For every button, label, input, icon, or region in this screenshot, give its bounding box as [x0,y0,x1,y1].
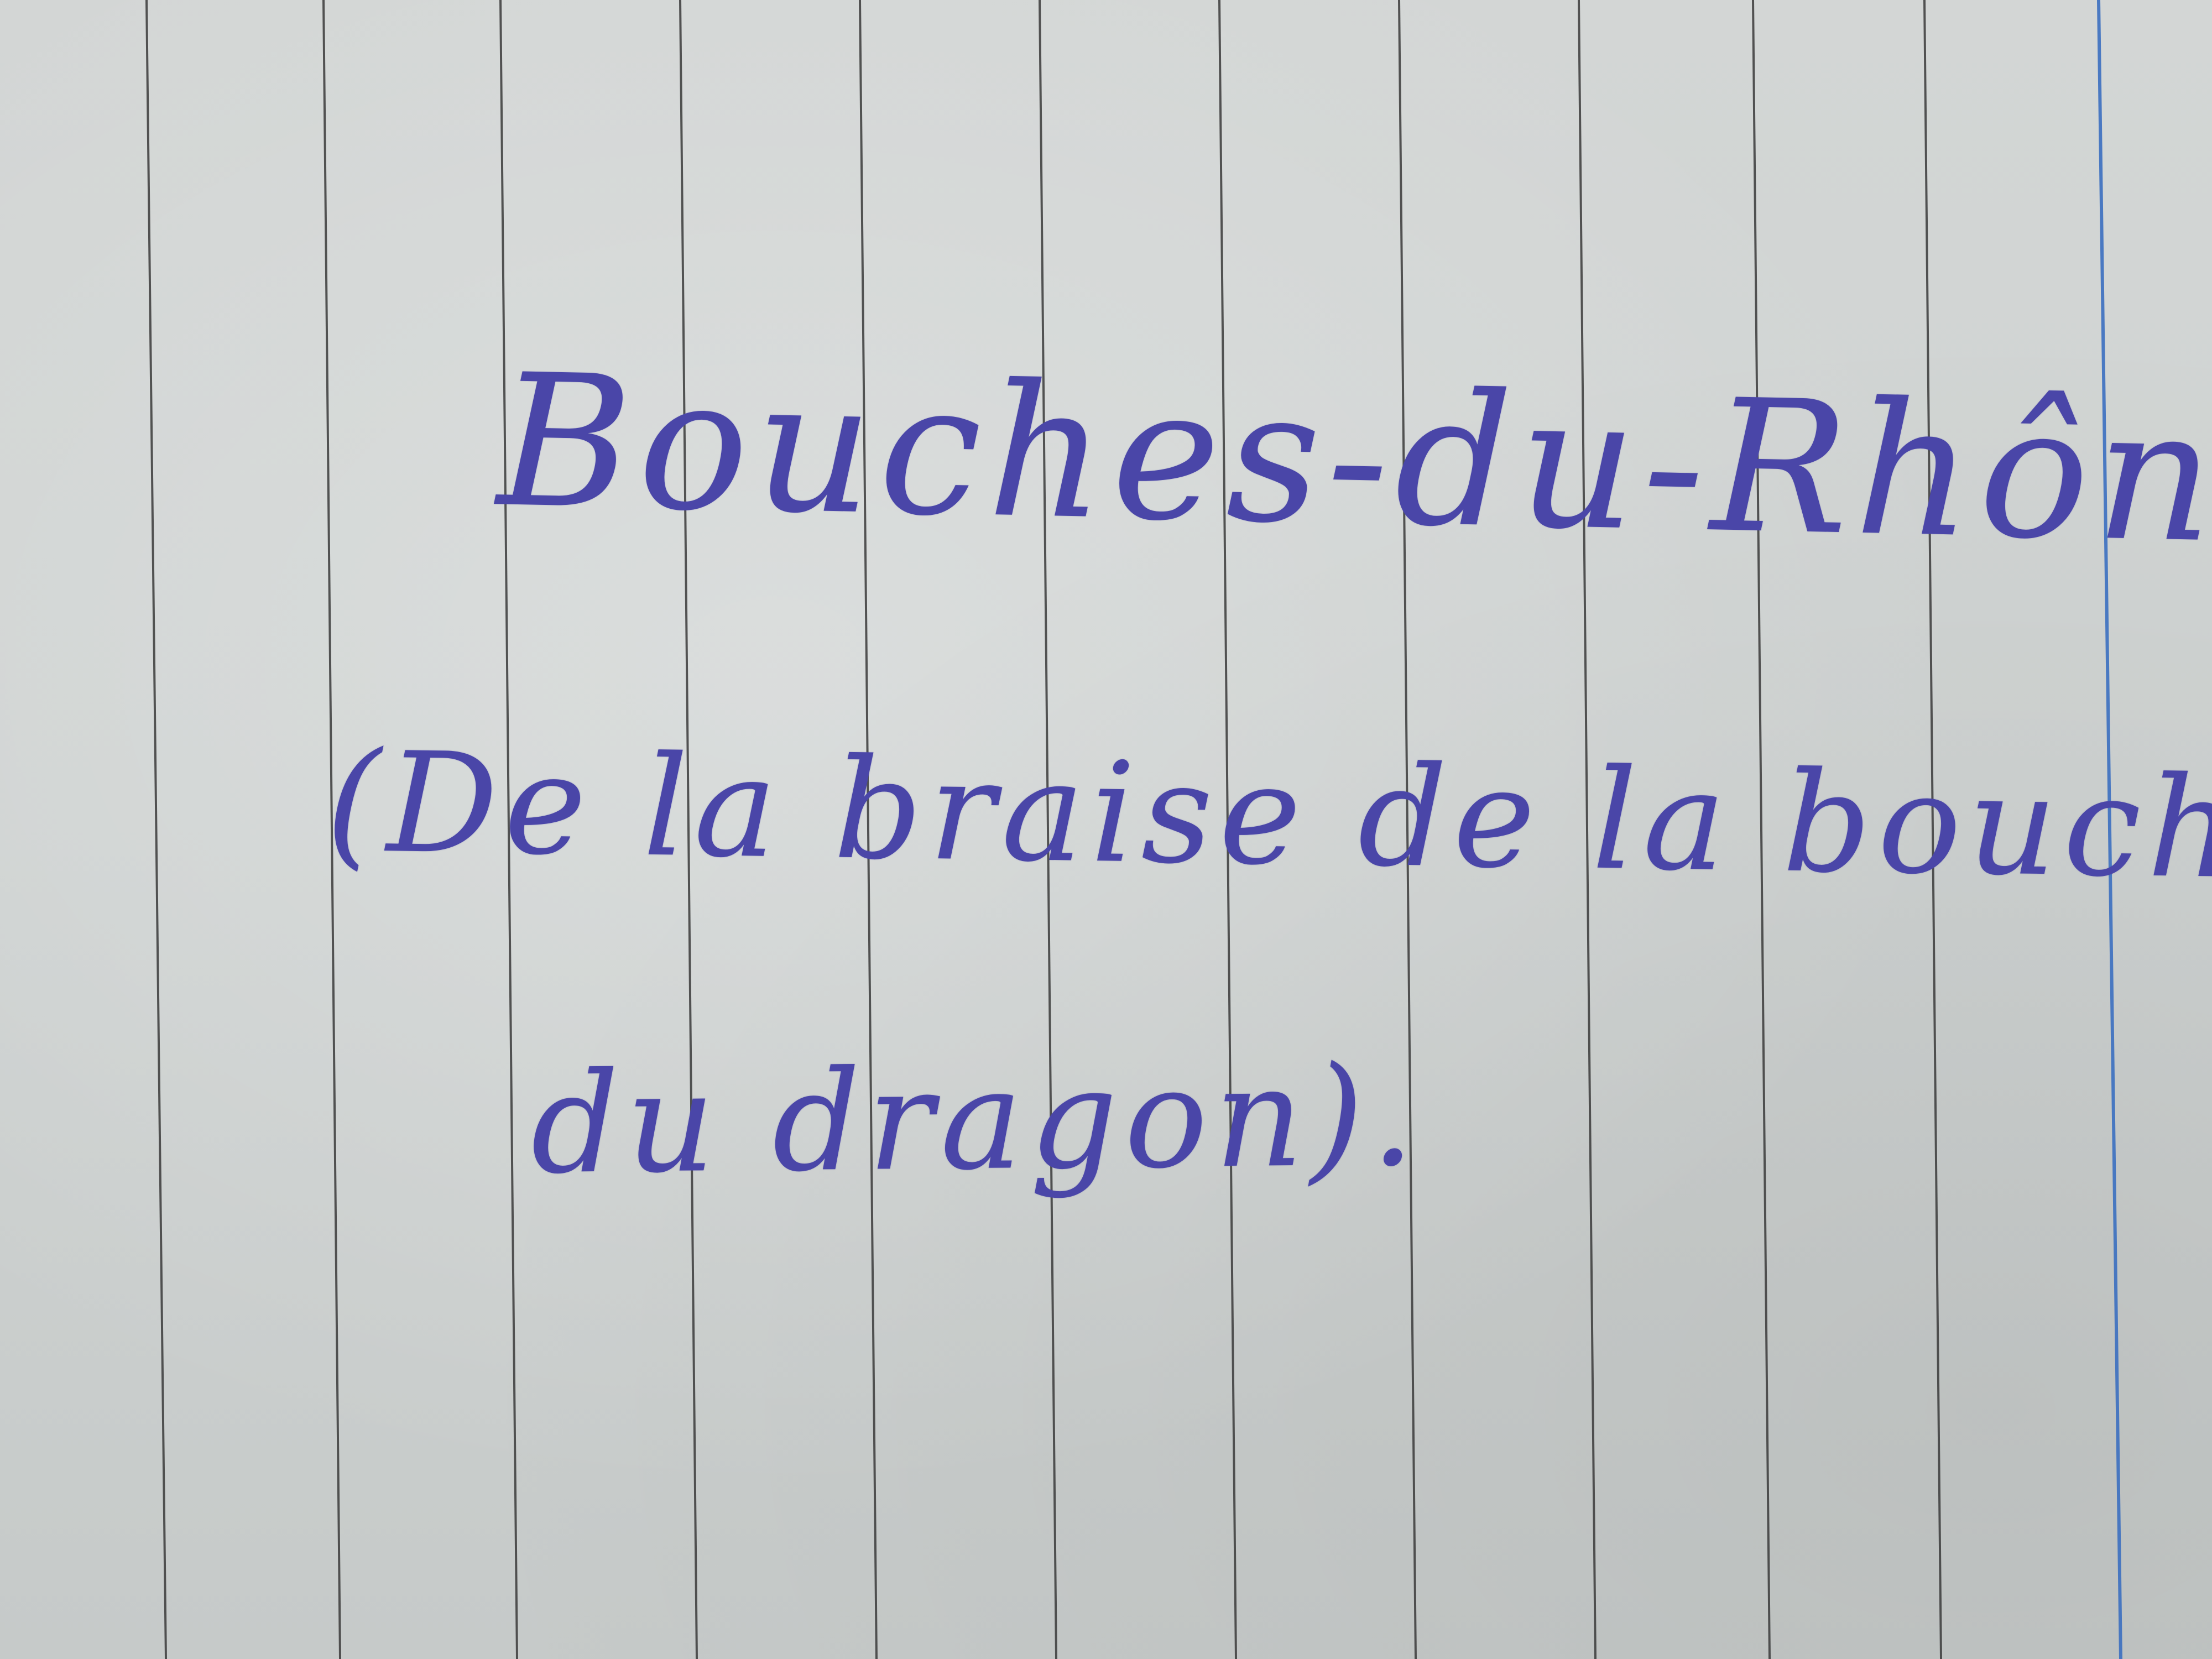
note-line-1: Bouches-du-Rhône [495,335,2212,586]
notebook-page: Bouches-du-Rhône (De la braise de la bou… [0,0,2212,1659]
note-line-3: du dragon). [530,1035,1422,1205]
note-line-2: (De la braise de la bouche [325,721,2212,911]
handwritten-note: Bouches-du-Rhône (De la braise de la bou… [0,0,2212,1659]
